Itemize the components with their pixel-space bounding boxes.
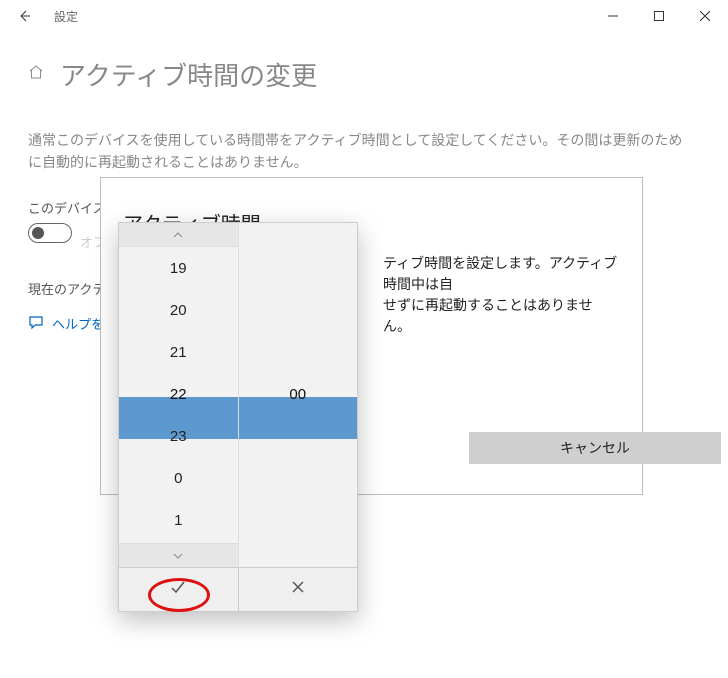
minute-option-selected[interactable]: 00 bbox=[239, 373, 358, 415]
cancel-button[interactable]: キャンセル bbox=[469, 432, 721, 464]
home-icon[interactable] bbox=[28, 64, 44, 85]
hour-option[interactable]: 20 bbox=[119, 289, 238, 331]
hour-option-selected[interactable]: 22 bbox=[119, 373, 238, 415]
x-icon bbox=[290, 579, 306, 600]
hour-down-arrow[interactable] bbox=[119, 543, 238, 567]
chat-icon bbox=[28, 314, 44, 333]
hour-option[interactable]: 21 bbox=[119, 331, 238, 373]
window-title: 設定 bbox=[54, 8, 78, 25]
check-icon bbox=[170, 579, 186, 600]
minute-column[interactable]: 00 bbox=[239, 223, 358, 567]
hour-option[interactable]: 19 bbox=[119, 247, 238, 289]
close-button[interactable] bbox=[682, 0, 728, 32]
maximize-button[interactable] bbox=[636, 0, 682, 32]
time-picker-flyout: 19 20 21 22 23 0 1 00 bbox=[118, 222, 358, 612]
page-title: アクティブ時間の変更 bbox=[60, 56, 317, 93]
minute-option bbox=[239, 289, 358, 331]
confirm-button[interactable] bbox=[119, 568, 239, 611]
minute-option bbox=[239, 331, 358, 373]
hour-option[interactable]: 1 bbox=[119, 499, 238, 541]
hour-column[interactable]: 19 20 21 22 23 0 1 bbox=[119, 223, 239, 567]
page-description: 通常このデバイスを使用している時間帯をアクティブ時間として設定してください。その… bbox=[28, 129, 688, 174]
auto-adjust-toggle[interactable] bbox=[28, 223, 72, 243]
minimize-button[interactable] bbox=[590, 0, 636, 32]
help-text: ヘルプを bbox=[52, 314, 104, 333]
hour-option[interactable]: 0 bbox=[119, 457, 238, 499]
back-button[interactable] bbox=[8, 0, 40, 32]
minute-option bbox=[239, 247, 358, 289]
hour-up-arrow[interactable] bbox=[119, 223, 238, 247]
minute-option bbox=[239, 499, 358, 541]
hour-option[interactable]: 23 bbox=[119, 415, 238, 457]
dismiss-button[interactable] bbox=[239, 568, 358, 611]
minute-option bbox=[239, 415, 358, 457]
minute-option bbox=[239, 457, 358, 499]
